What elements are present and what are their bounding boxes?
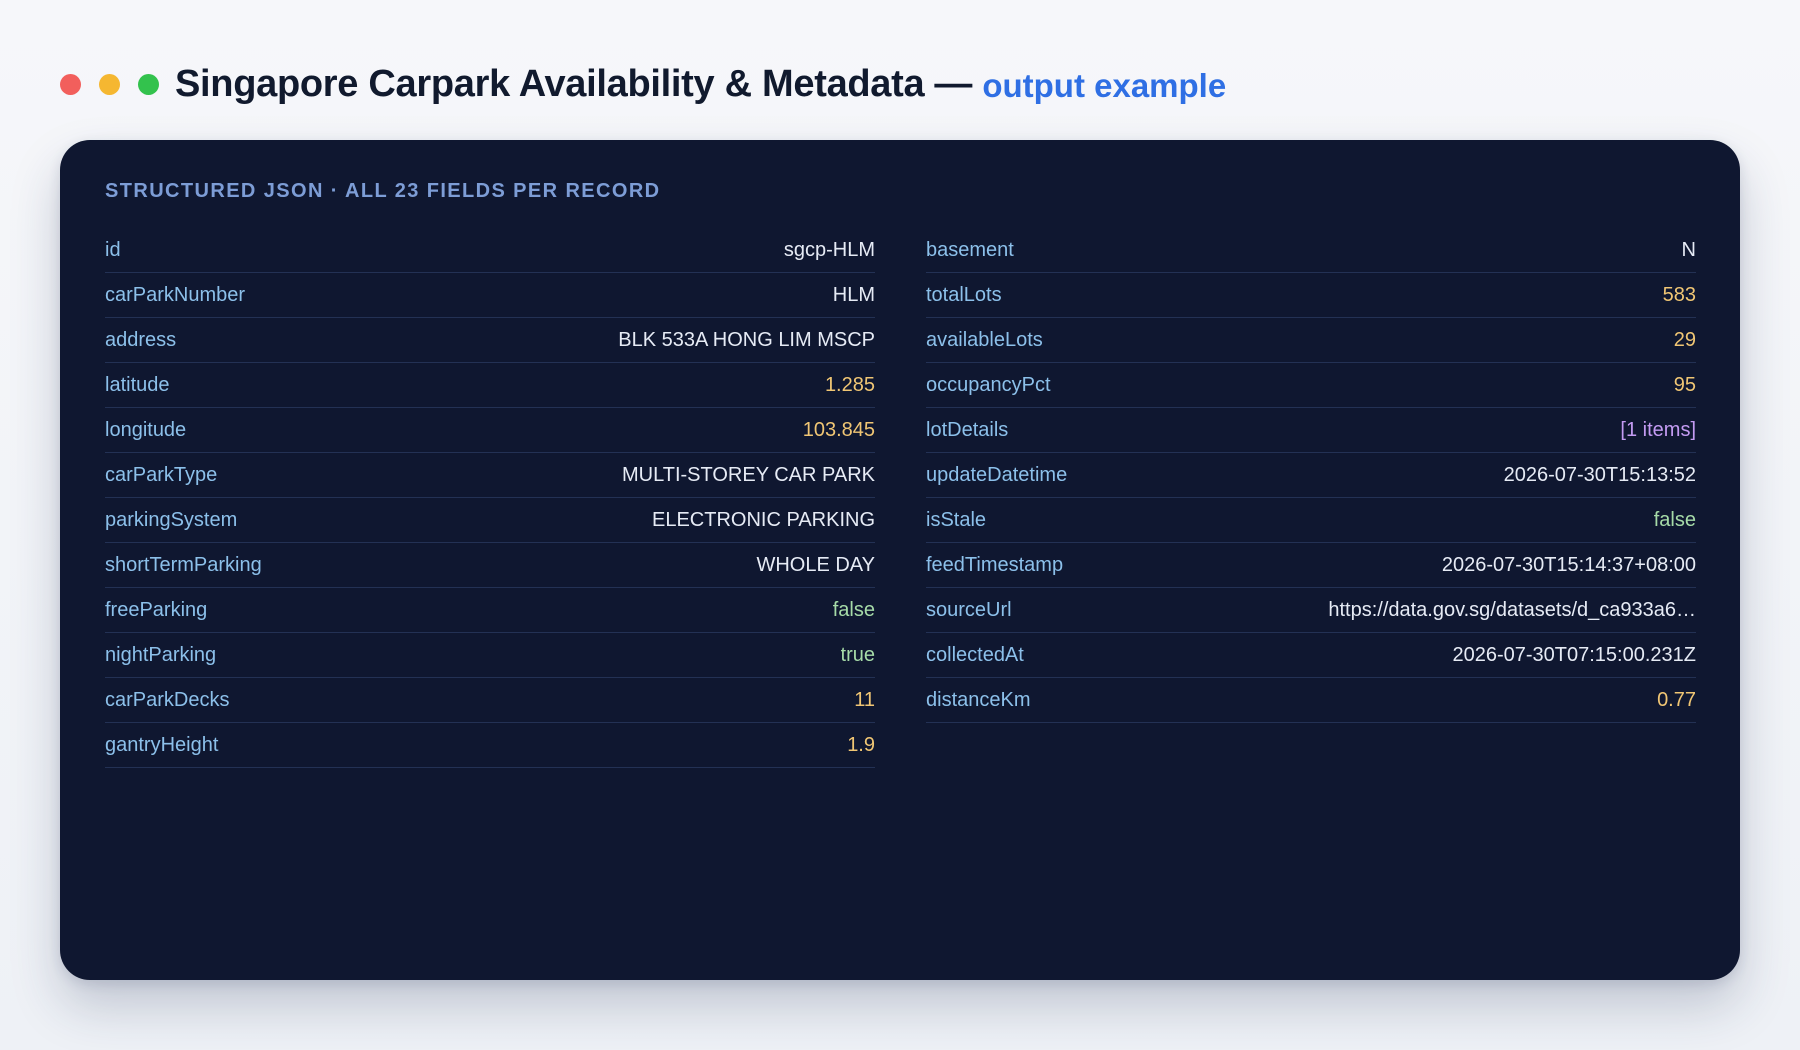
field-row-shortTermParking: shortTermParking WHOLE DAY xyxy=(105,543,875,588)
field-row-availableLots: availableLots 29 xyxy=(926,318,1696,363)
page-subtitle: output example xyxy=(982,67,1227,104)
field-row-carParkType: carParkType MULTI-STOREY CAR PARK xyxy=(105,453,875,498)
field-key: occupancyPct xyxy=(926,373,1051,396)
field-row-nightParking: nightParking true xyxy=(105,633,875,678)
field-value: sgcp-HLM xyxy=(783,238,875,261)
field-row-carParkNumber: carParkNumber HLM xyxy=(105,273,875,318)
page-title: Singapore Carpark Availability & Metadat… xyxy=(175,62,925,105)
field-key: totalLots xyxy=(926,283,1002,306)
field-key: basement xyxy=(926,238,1014,261)
field-value: 2026-07-30T15:13:52 xyxy=(1503,463,1696,486)
field-row-sourceUrl: sourceUrl https://data.gov.sg/datasets/d_… xyxy=(926,588,1696,633)
field-value: HLM xyxy=(832,283,875,306)
field-row-collectedAt: collectedAt 2026-07-30T07:15:00.231Z xyxy=(926,633,1696,678)
field-key: availableLots xyxy=(926,328,1043,351)
field-value: [1 items] xyxy=(1620,418,1696,441)
field-key: parkingSystem xyxy=(105,508,238,531)
field-row-updateDatetime: updateDatetime 2026-07-30T15:13:52 xyxy=(926,453,1696,498)
field-row-parkingSystem: parkingSystem ELECTRONIC PARKING xyxy=(105,498,875,543)
field-row-distanceKm: distanceKm 0.77 xyxy=(926,678,1696,723)
window-close-dot[interactable] xyxy=(60,73,81,95)
field-value: https://data.gov.sg/datasets/d_ca933a6… xyxy=(1328,598,1696,621)
field-value: 2026-07-30T07:15:00.231Z xyxy=(1452,643,1696,666)
field-row-totalLots: totalLots 583 xyxy=(926,273,1696,318)
json-output-panel: STRUCTURED JSON · ALL 23 FIELDS PER RECO… xyxy=(60,140,1740,980)
field-key: carParkType xyxy=(105,463,218,486)
field-key: isStale xyxy=(926,508,987,531)
field-key: nightParking xyxy=(105,643,217,666)
field-row-gantryHeight: gantryHeight 1.9 xyxy=(105,723,875,768)
field-value: 95 xyxy=(1673,373,1696,396)
field-key: lotDetails xyxy=(926,418,1009,441)
window-controls xyxy=(60,73,159,95)
field-value: ELECTRONIC PARKING xyxy=(652,508,875,531)
field-value: MULTI-STOREY CAR PARK xyxy=(621,463,875,486)
field-list-right: basement NtotalLots 583 availableLots 29 occu… xyxy=(926,228,1696,723)
field-row-occupancyPct: occupancyPct 95 xyxy=(926,363,1696,408)
field-key: distanceKm xyxy=(926,688,1031,711)
field-key: address xyxy=(105,328,177,351)
field-value: 103.845 xyxy=(802,418,875,441)
field-value: 1.9 xyxy=(847,733,875,756)
field-row-lotDetails: lotDetails [1 items] xyxy=(926,408,1696,453)
field-value: 1.285 xyxy=(824,373,875,396)
panel-label: STRUCTURED JSON · ALL 23 FIELDS PER RECO… xyxy=(105,180,661,202)
field-value: 0.77 xyxy=(1657,688,1696,711)
field-key: sourceUrl xyxy=(926,598,1012,621)
field-value: N xyxy=(1681,238,1696,261)
field-key: carParkDecks xyxy=(105,688,230,711)
title-separator: — xyxy=(934,62,973,105)
field-value: BLK 533A HONG LIM MSCP xyxy=(618,328,875,351)
field-key: shortTermParking xyxy=(105,553,262,576)
field-value: true xyxy=(840,643,875,666)
field-value: WHOLE DAY xyxy=(756,553,875,576)
field-value: 11 xyxy=(854,688,875,711)
field-key: feedTimestamp xyxy=(926,553,1064,576)
field-key: latitude xyxy=(105,373,170,396)
field-row-basement: basement N xyxy=(926,228,1696,273)
field-list-left: id sgcp-HLM carParkNumber HLM address BLK 533… xyxy=(105,228,875,768)
field-key: updateDatetime xyxy=(926,463,1068,486)
field-key: gantryHeight xyxy=(105,733,219,756)
field-key: longitude xyxy=(105,418,187,441)
field-row-carParkDecks: carParkDecks 11 xyxy=(105,678,875,723)
field-row-id: id sgcp-HLM xyxy=(105,228,875,273)
field-value: 2026-07-30T15:14:37+08:00 xyxy=(1441,553,1696,576)
field-key: collectedAt xyxy=(926,643,1024,666)
window-maximize-dot[interactable] xyxy=(138,73,159,95)
field-value: 29 xyxy=(1673,328,1696,351)
window-minimize-dot[interactable] xyxy=(99,73,120,95)
field-value: false xyxy=(1653,508,1696,531)
field-value: false xyxy=(832,598,875,621)
field-key: id xyxy=(105,238,121,261)
field-row-isStale: isStale false xyxy=(926,498,1696,543)
field-row-longitude: longitude 103.845 xyxy=(105,408,875,453)
field-row-freeParking: freeParking false xyxy=(105,588,875,633)
field-key: carParkNumber xyxy=(105,283,246,306)
field-row-address: address BLK 533A HONG LIM MSCP xyxy=(105,318,875,363)
field-row-latitude: latitude 1.285 xyxy=(105,363,875,408)
field-value: 583 xyxy=(1662,283,1696,306)
field-key: freeParking xyxy=(105,598,208,621)
field-row-feedTimestamp: feedTimestamp 2026-07-30T15:14:37+08:00 xyxy=(926,543,1696,588)
page-header: Singapore Carpark Availability & Metadat… xyxy=(60,58,1226,110)
